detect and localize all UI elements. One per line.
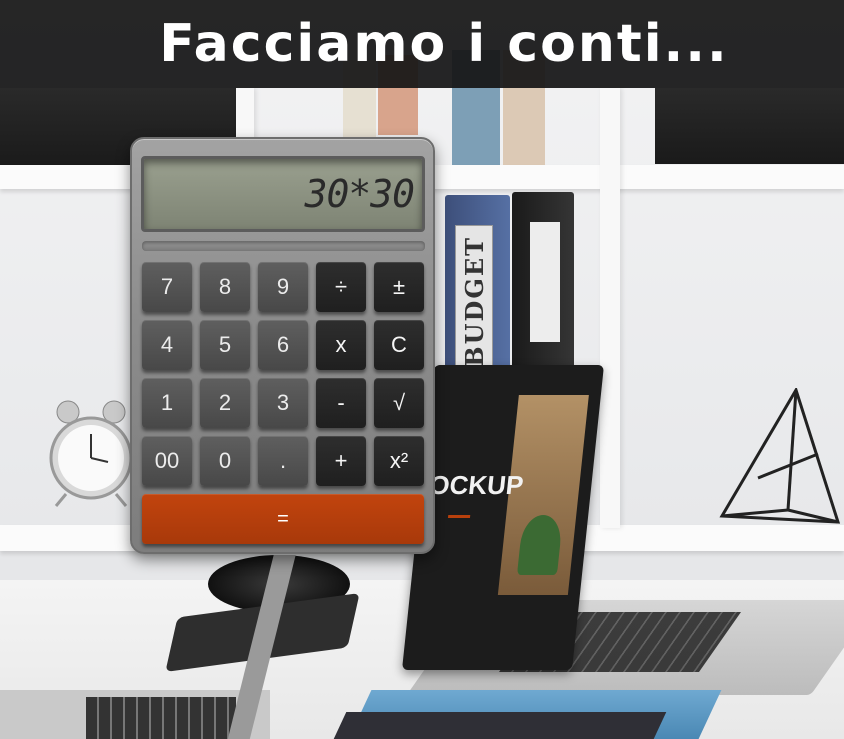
key-minus[interactable]: - [316, 378, 366, 428]
calculator: 30*30 7 8 9 ÷ ± 4 5 6 x C 1 2 3 - √ 00 0… [130, 137, 435, 554]
display-value: 30*30 [304, 172, 415, 216]
laptop-screen-text: OCKUP [427, 470, 525, 500]
alarm-clock [49, 400, 133, 507]
display-divider [142, 241, 425, 251]
storage-box-right [655, 88, 844, 164]
key-3[interactable]: 3 [258, 378, 308, 428]
key-decimal[interactable]: . [258, 436, 308, 486]
key-4[interactable]: 4 [142, 320, 192, 370]
key-divide[interactable]: ÷ [316, 262, 366, 312]
keypad: 7 8 9 ÷ ± 4 5 6 x C 1 2 3 - √ 00 0 . + x… [142, 262, 428, 544]
wire-pyramid [719, 388, 841, 524]
notebook-dark [333, 712, 667, 739]
key-6[interactable]: 6 [258, 320, 308, 370]
key-multiply[interactable]: x [316, 320, 366, 370]
key-00[interactable]: 00 [142, 436, 192, 486]
page-title: Facciamo i conti... [159, 14, 729, 74]
key-8[interactable]: 8 [200, 262, 250, 312]
key-9[interactable]: 9 [258, 262, 308, 312]
key-square[interactable]: x² [374, 436, 424, 486]
key-2[interactable]: 2 [200, 378, 250, 428]
binder-label: BUDGET [459, 235, 489, 367]
key-sqrt[interactable]: √ [374, 378, 424, 428]
shelf-divider-2 [600, 88, 620, 528]
key-1[interactable]: 1 [142, 378, 192, 428]
header-bar: Facciamo i conti... [0, 0, 844, 88]
key-plus[interactable]: + [316, 436, 366, 486]
calculator-display: 30*30 [141, 156, 425, 232]
left-laptop-keyboard [86, 697, 236, 739]
key-7[interactable]: 7 [142, 262, 192, 312]
key-clear[interactable]: C [374, 320, 424, 370]
key-5[interactable]: 5 [200, 320, 250, 370]
key-equals[interactable]: = [142, 494, 424, 544]
key-plus-minus[interactable]: ± [374, 262, 424, 312]
key-0[interactable]: 0 [200, 436, 250, 486]
